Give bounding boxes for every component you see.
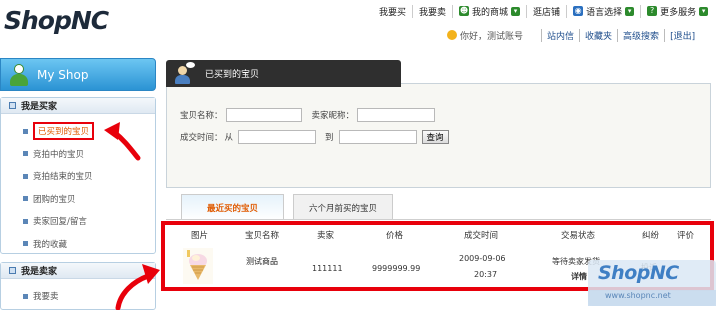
nav-browse-shops-label: 逛店铺 xyxy=(533,7,561,18)
deal-time-label: 成交时间： xyxy=(180,133,223,143)
logout-link[interactable]: [退出] xyxy=(664,28,700,42)
annotation-arrow-icon xyxy=(104,122,141,161)
my-shop-banner[interactable]: My Shop xyxy=(0,58,156,91)
tab-label: 六个月前买的宝贝 xyxy=(308,203,377,214)
sidebar-item-bid-ended[interactable]: 竞拍结束的宝贝 xyxy=(1,165,155,188)
item-name-input[interactable] xyxy=(225,108,302,122)
top-navigation: 我要买 我要卖 ☻ 我的商城 ▾ 逛店铺 ◉ 语言选择 ▾ ? 更多服务 ▾ xyxy=(373,4,709,18)
nav-sell-label: 我要卖 xyxy=(419,7,447,18)
my-shop-title: My Shop xyxy=(37,67,89,82)
search-row-1: 宝贝名称： 卖家昵称： xyxy=(180,108,436,122)
user-subnav: 你好，测试账号 站内信 收藏夹 高级搜索 [退出] xyxy=(447,28,700,42)
user-icon: ☻ xyxy=(459,6,470,16)
section-icon xyxy=(9,102,16,109)
buyer-section-heading[interactable]: 我是买家 xyxy=(1,98,155,114)
chevron-down-icon[interactable]: ▾ xyxy=(699,6,709,16)
tab-bought-items[interactable]: 已买到的宝贝 xyxy=(166,60,401,87)
watermark-url: www.shopnc.net xyxy=(605,291,671,300)
tab-older-purchases[interactable]: 六个月前买的宝贝 xyxy=(293,194,393,220)
watermark-logo: ShopNC xyxy=(598,262,679,284)
bullet-icon xyxy=(23,218,28,224)
from-label: 从 xyxy=(224,133,234,143)
bullet-icon xyxy=(23,151,28,157)
nav-language-label: 语言选择 xyxy=(586,7,623,18)
nav-buy[interactable]: 我要买 xyxy=(373,4,414,18)
smiley-icon xyxy=(447,30,457,40)
query-button[interactable]: 查询 xyxy=(421,130,449,144)
nav-more-services[interactable]: ? 更多服务 ▾ xyxy=(641,5,709,18)
seller-name-input[interactable] xyxy=(357,108,436,122)
sidebar-item-group-buy[interactable]: 团购的宝贝 xyxy=(1,188,155,211)
sidebar-item-label: 我要卖 xyxy=(33,292,59,303)
chevron-down-icon[interactable]: ▾ xyxy=(625,6,635,16)
bullet-icon xyxy=(23,173,28,179)
sidebar-item-label: 竞拍中的宝贝 xyxy=(33,149,85,160)
bullet-icon xyxy=(23,128,28,134)
sidebar-item-label: 已买到的宝贝 xyxy=(33,122,95,141)
favorites-link[interactable]: 收藏夹 xyxy=(579,28,617,42)
nav-language[interactable]: ◉ 语言选择 ▾ xyxy=(567,4,642,18)
chevron-down-icon[interactable]: ▾ xyxy=(511,6,521,16)
help-icon: ? xyxy=(647,6,658,16)
tab-divider xyxy=(166,219,711,220)
time-from-input[interactable] xyxy=(238,130,317,144)
messages-link[interactable]: 站内信 xyxy=(541,28,579,42)
nav-more-services-label: 更多服务 xyxy=(660,7,697,18)
advanced-search-link[interactable]: 高级搜索 xyxy=(617,28,664,42)
time-to-input[interactable] xyxy=(338,130,417,144)
bullet-icon xyxy=(23,241,28,247)
greeting-text: 你好，测试账号 xyxy=(460,31,524,42)
person-icon xyxy=(7,63,31,87)
nav-sell[interactable]: 我要卖 xyxy=(413,4,454,18)
sidebar-item-label: 卖家回复/留言 xyxy=(33,217,87,228)
to-label: 到 xyxy=(325,133,334,143)
period-tabs: 最近买的宝贝 六个月前买的宝贝 xyxy=(181,194,393,220)
tab-label: 最近买的宝贝 xyxy=(206,203,258,214)
item-name-label: 宝贝名称： xyxy=(180,111,223,121)
tab-recent-purchases[interactable]: 最近买的宝贝 xyxy=(181,194,284,220)
nav-buy-label: 我要买 xyxy=(379,7,407,18)
nav-my-mall[interactable]: ☻ 我的商城 ▾ xyxy=(453,4,528,18)
search-row-2: 成交时间： 从 到 查询 xyxy=(180,130,449,144)
sidebar-item-label: 竞拍结束的宝贝 xyxy=(33,172,93,183)
tab-title: 已买到的宝贝 xyxy=(205,70,260,80)
seller-name-label: 卖家昵称： xyxy=(311,111,355,121)
globe-icon: ◉ xyxy=(573,6,584,16)
buyer-heading-label: 我是买家 xyxy=(21,102,58,112)
buyer-figure-icon xyxy=(173,61,195,84)
bullet-icon xyxy=(23,293,28,299)
nav-browse-shops[interactable]: 逛店铺 xyxy=(527,4,568,18)
nav-my-mall-label: 我的商城 xyxy=(472,7,509,18)
shopnc-logo[interactable]: ShopNC xyxy=(4,6,109,35)
sidebar-item-label: 团购的宝贝 xyxy=(33,194,76,205)
bullet-icon xyxy=(23,196,28,202)
